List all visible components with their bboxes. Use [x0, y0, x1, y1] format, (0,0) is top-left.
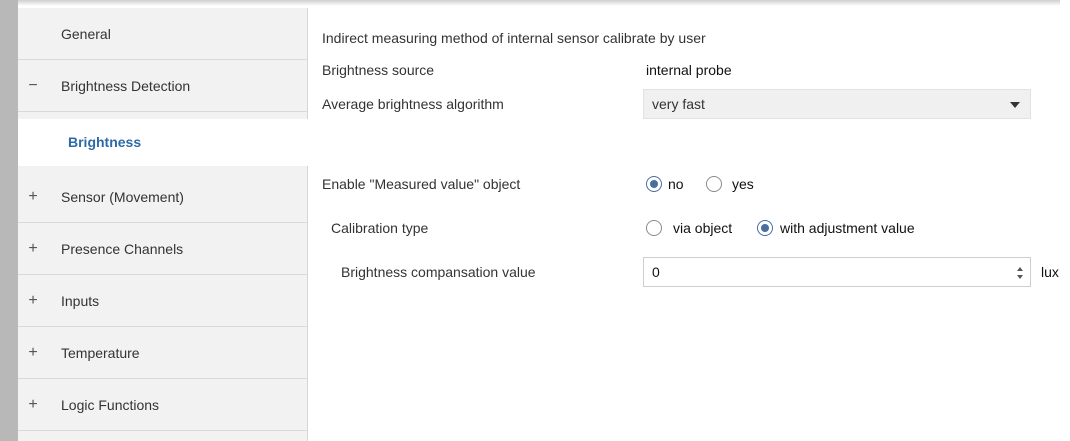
- sidebar-item-brightness[interactable]: Brightness: [18, 119, 308, 166]
- sidebar-item-inputs[interactable]: + Inputs: [18, 275, 307, 327]
- sidebar-item-temperature[interactable]: + Temperature: [18, 327, 307, 379]
- radio-via-object-label[interactable]: via object: [673, 220, 732, 236]
- expand-icon[interactable]: +: [26, 396, 40, 414]
- collapse-icon[interactable]: −: [26, 77, 40, 95]
- sidebar-item-label: General: [61, 25, 111, 42]
- parameter-panel: Indirect measuring method of internal se…: [322, 0, 1062, 441]
- sidebar-item-label: Inputs: [61, 292, 100, 309]
- spin-down-icon[interactable]: [1017, 275, 1023, 279]
- section-heading: Indirect measuring method of internal se…: [322, 30, 706, 46]
- spin-up-icon[interactable]: [1017, 267, 1023, 271]
- brightness-source-label: Brightness source: [322, 62, 435, 78]
- calibration-type-label: Calibration type: [331, 220, 429, 236]
- radio-no-label[interactable]: no: [668, 176, 684, 192]
- compensation-input[interactable]: 0: [643, 257, 1031, 287]
- chevron-down-icon: [1010, 102, 1020, 108]
- radio-with-adjustment-value[interactable]: [757, 220, 773, 236]
- compensation-label: Brightness compansation value: [341, 264, 536, 280]
- sidebar-item-label: Sensor (Movement): [61, 188, 184, 205]
- left-edge-bar: [0, 0, 18, 441]
- radio-yes-label[interactable]: yes: [732, 176, 754, 192]
- sidebar-item-general[interactable]: General: [18, 8, 307, 60]
- sidebar-item-label: Temperature: [61, 344, 140, 361]
- sidebar-item-sensor-movement[interactable]: + Sensor (Movement): [18, 171, 307, 223]
- expand-icon[interactable]: +: [26, 344, 40, 362]
- sidebar-item-brightness-detection[interactable]: − Brightness Detection: [18, 60, 307, 112]
- sidebar-item-label: Logic Functions: [61, 396, 160, 413]
- radio-via-object[interactable]: [646, 220, 662, 236]
- sidebar-item-label: Brightness Detection: [61, 77, 191, 94]
- brightness-source-value: internal probe: [646, 62, 732, 78]
- sidebar: General − Brightness Detection Brightnes…: [18, 8, 308, 441]
- expand-icon[interactable]: +: [26, 188, 40, 206]
- radio-with-adjustment-value-label[interactable]: with adjustment value: [780, 220, 915, 236]
- average-algorithm-label: Average brightness algorithm: [322, 96, 504, 112]
- expand-icon[interactable]: +: [26, 292, 40, 310]
- sidebar-item-presence-channels[interactable]: + Presence Channels: [18, 223, 307, 275]
- sidebar-item-label: Brightness: [68, 134, 142, 150]
- select-value: very fast: [652, 96, 705, 112]
- sidebar-item-label: Presence Channels: [61, 240, 184, 257]
- compensation-value[interactable]: 0: [652, 264, 660, 280]
- radio-no[interactable]: [646, 176, 662, 192]
- sidebar-item-logic-functions[interactable]: + Logic Functions: [18, 379, 307, 431]
- measured-value-label: Enable "Measured value" object: [322, 176, 521, 192]
- expand-icon[interactable]: +: [26, 240, 40, 258]
- compensation-unit: lux: [1041, 264, 1059, 280]
- average-algorithm-select[interactable]: very fast: [643, 89, 1031, 119]
- radio-yes[interactable]: [706, 176, 722, 192]
- app-window: General − Brightness Detection Brightnes…: [0, 0, 1070, 441]
